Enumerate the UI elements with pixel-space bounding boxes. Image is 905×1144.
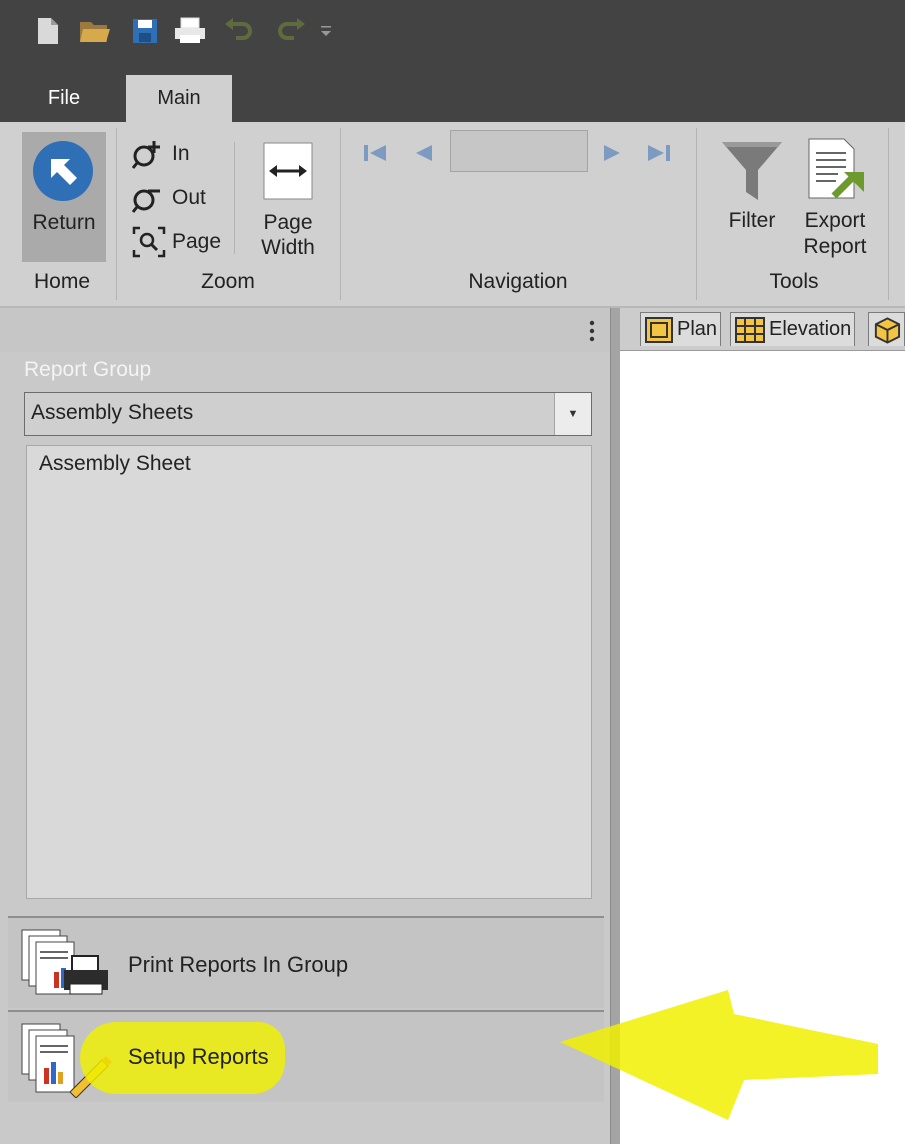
tab-plan-label: Plan [677,318,718,340]
plan-view-icon [645,316,673,343]
tab-file[interactable]: File [28,75,100,122]
list-item[interactable]: Assembly Sheet [39,452,191,476]
arrow-annotation [560,990,878,1120]
ribbon-separator [234,142,235,254]
print-icon[interactable] [172,12,208,50]
last-page-icon[interactable] [646,142,672,169]
group-label-home: Home [33,270,91,293]
tab-3d[interactable] [868,312,905,346]
panel-header [0,308,610,352]
redo-icon[interactable] [274,12,308,50]
page-width-label: Page Width [261,211,315,259]
ribbon-separator [340,128,341,300]
zoom-in-label: In [172,142,190,165]
filter-button[interactable]: Filter [716,134,788,262]
page-number-input[interactable] [450,130,588,172]
print-reports-icon [18,928,114,1005]
zoom-out-label: Out [172,186,206,209]
open-folder-icon[interactable] [78,12,112,50]
tab-main[interactable]: Main [126,75,232,122]
elevation-view-icon [735,316,765,343]
first-page-icon[interactable] [362,142,388,169]
ribbon-separator [888,128,889,300]
chevron-down-icon[interactable]: ▼ [554,393,591,435]
return-button[interactable]: Return [22,132,106,262]
tab-plan[interactable]: Plan [640,312,722,346]
zoom-in-icon [132,141,160,169]
export-report-label: Export Report [803,209,867,258]
filter-label: Filter [728,209,776,232]
group-label-navigation: Navigation [468,270,568,293]
zoom-out-button[interactable]: Out [132,180,206,216]
page-width-icon [263,142,313,205]
export-report-button[interactable]: Export Report [794,134,876,262]
return-label: Return [32,211,96,234]
print-reports-label: Print Reports In Group [128,952,349,977]
report-group-value: Assembly Sheets [31,401,194,424]
customize-qat-icon[interactable] [318,12,334,50]
zoom-page-label: Page [172,230,222,253]
ribbon-separator [696,128,697,300]
filter-icon [720,138,784,207]
zoom-in-button[interactable]: In [132,136,190,172]
report-group-label: Report Group [24,358,152,381]
zoom-page-icon [132,226,166,258]
save-icon[interactable] [130,12,160,50]
setup-reports-label: Setup Reports [128,1044,269,1069]
export-report-icon [808,138,866,207]
report-list[interactable]: Assembly Sheet [26,445,592,899]
panel-options-icon[interactable] [586,318,598,344]
3d-view-icon [874,316,901,344]
previous-page-icon[interactable] [414,142,434,169]
group-label-zoom: Zoom [201,270,255,293]
ribbon-separator [116,128,117,300]
report-group-select[interactable]: Assembly Sheets ▼ [24,392,592,436]
page-width-button[interactable]: Page Width [246,134,330,262]
print-reports-button[interactable]: Print Reports In Group [8,916,604,1008]
next-page-icon[interactable] [602,142,622,169]
zoom-page-button[interactable]: Page [132,224,221,260]
undo-icon[interactable] [222,12,256,50]
return-icon [32,140,94,207]
tab-elevation[interactable]: Elevation [730,312,856,346]
group-label-tools: Tools [769,270,819,293]
tab-elevation-label: Elevation [769,318,852,340]
new-file-icon[interactable] [34,12,62,50]
zoom-out-icon [132,189,160,213]
